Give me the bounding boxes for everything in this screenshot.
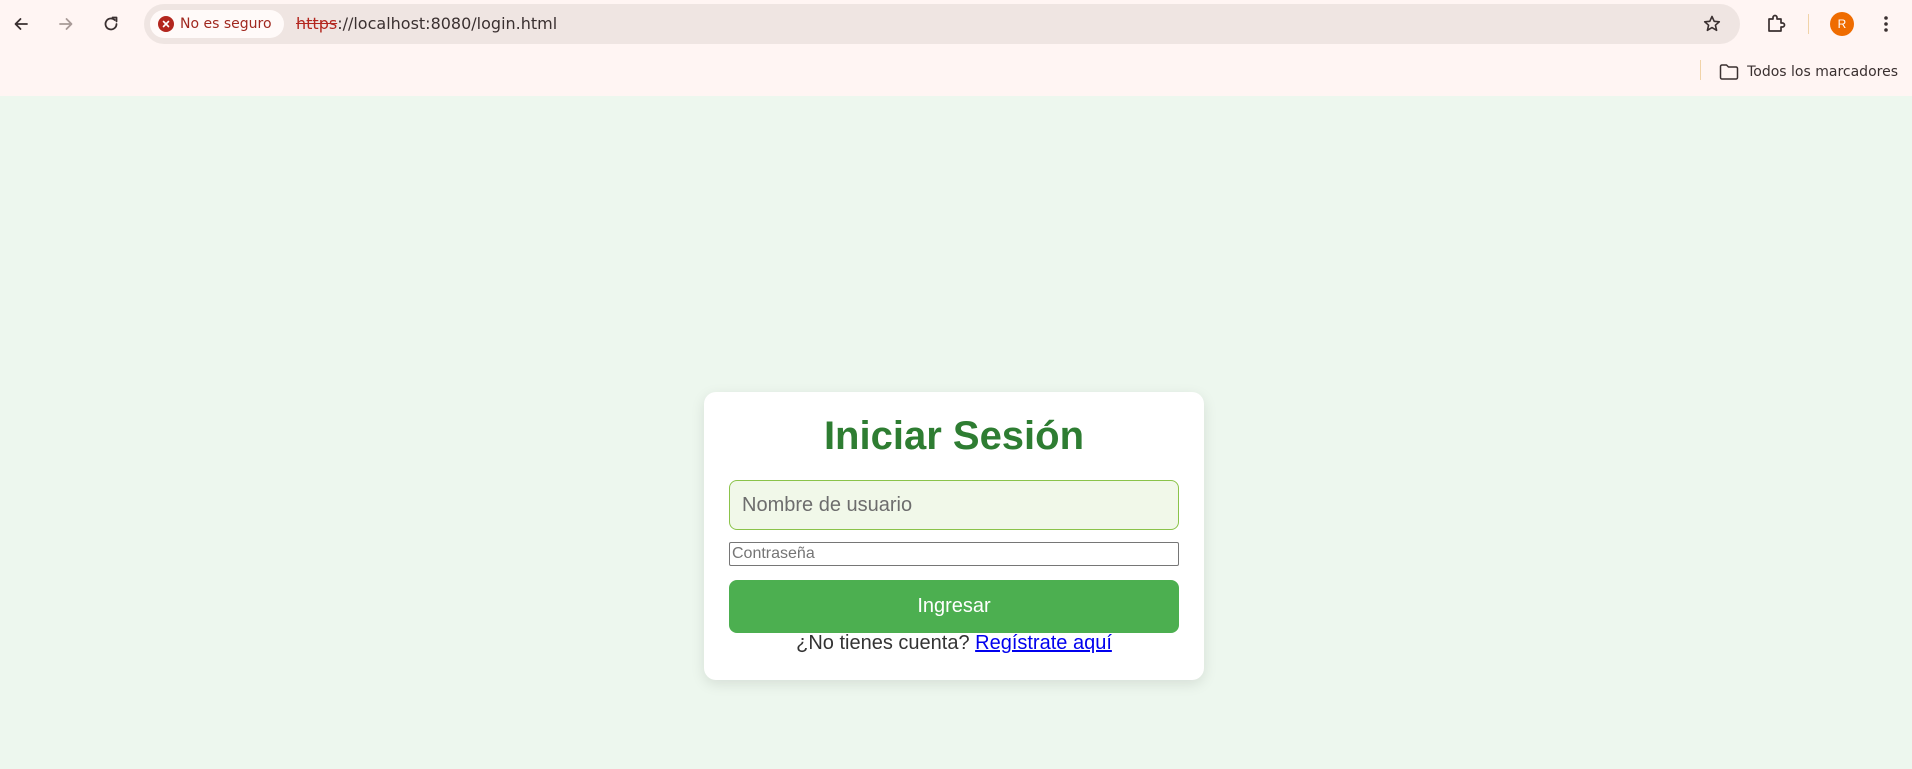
all-bookmarks-label: Todos los marcadores (1747, 64, 1898, 80)
star-icon (1703, 15, 1721, 32)
back-arrow-icon (14, 18, 28, 30)
reload-button[interactable] (95, 8, 127, 40)
security-chip[interactable]: No es seguro (150, 10, 284, 38)
security-chip-label: No es seguro (180, 16, 272, 32)
url-path: ://localhost:8080/login.html (337, 14, 558, 33)
register-prompt-line: ¿No tienes cuenta? Regístrate aquí (704, 632, 1204, 655)
url-text[interactable]: https://localhost:8080/login.html (296, 14, 557, 33)
bookmark-star-button[interactable] (1698, 10, 1726, 38)
address-bar[interactable]: No es seguro https://localhost:8080/logi… (144, 4, 1740, 44)
profile-avatar[interactable]: R (1830, 12, 1854, 36)
register-link[interactable]: Regístrate aquí (975, 632, 1112, 654)
forward-arrow-icon (59, 18, 73, 30)
toolbar-divider (1808, 14, 1809, 34)
password-input[interactable] (729, 542, 1179, 566)
username-input[interactable] (729, 480, 1179, 530)
forward-button[interactable] (50, 8, 82, 40)
register-prompt-text: ¿No tienes cuenta? (796, 632, 970, 654)
browser-toolbar: No es seguro https://localhost:8080/logi… (0, 0, 1912, 48)
browser-menu-button[interactable] (1874, 8, 1898, 40)
login-card: Iniciar Sesión Ingresar ¿No tienes cuent… (704, 392, 1204, 680)
reload-icon (104, 16, 118, 31)
back-button[interactable] (5, 8, 37, 40)
bookmarks-divider (1700, 60, 1701, 80)
extensions-button[interactable] (1760, 8, 1792, 40)
bookmarks-bar: Todos los marcadores (0, 48, 1912, 96)
folder-icon (1719, 64, 1739, 80)
puzzle-icon (1768, 14, 1786, 32)
all-bookmarks-button[interactable]: Todos los marcadores (1719, 58, 1898, 86)
url-protocol: https (296, 14, 338, 33)
login-submit-button[interactable]: Ingresar (729, 580, 1179, 633)
insecure-icon (158, 16, 174, 32)
kebab-menu-icon (1884, 16, 1888, 32)
login-title: Iniciar Sesión (823, 414, 1085, 458)
